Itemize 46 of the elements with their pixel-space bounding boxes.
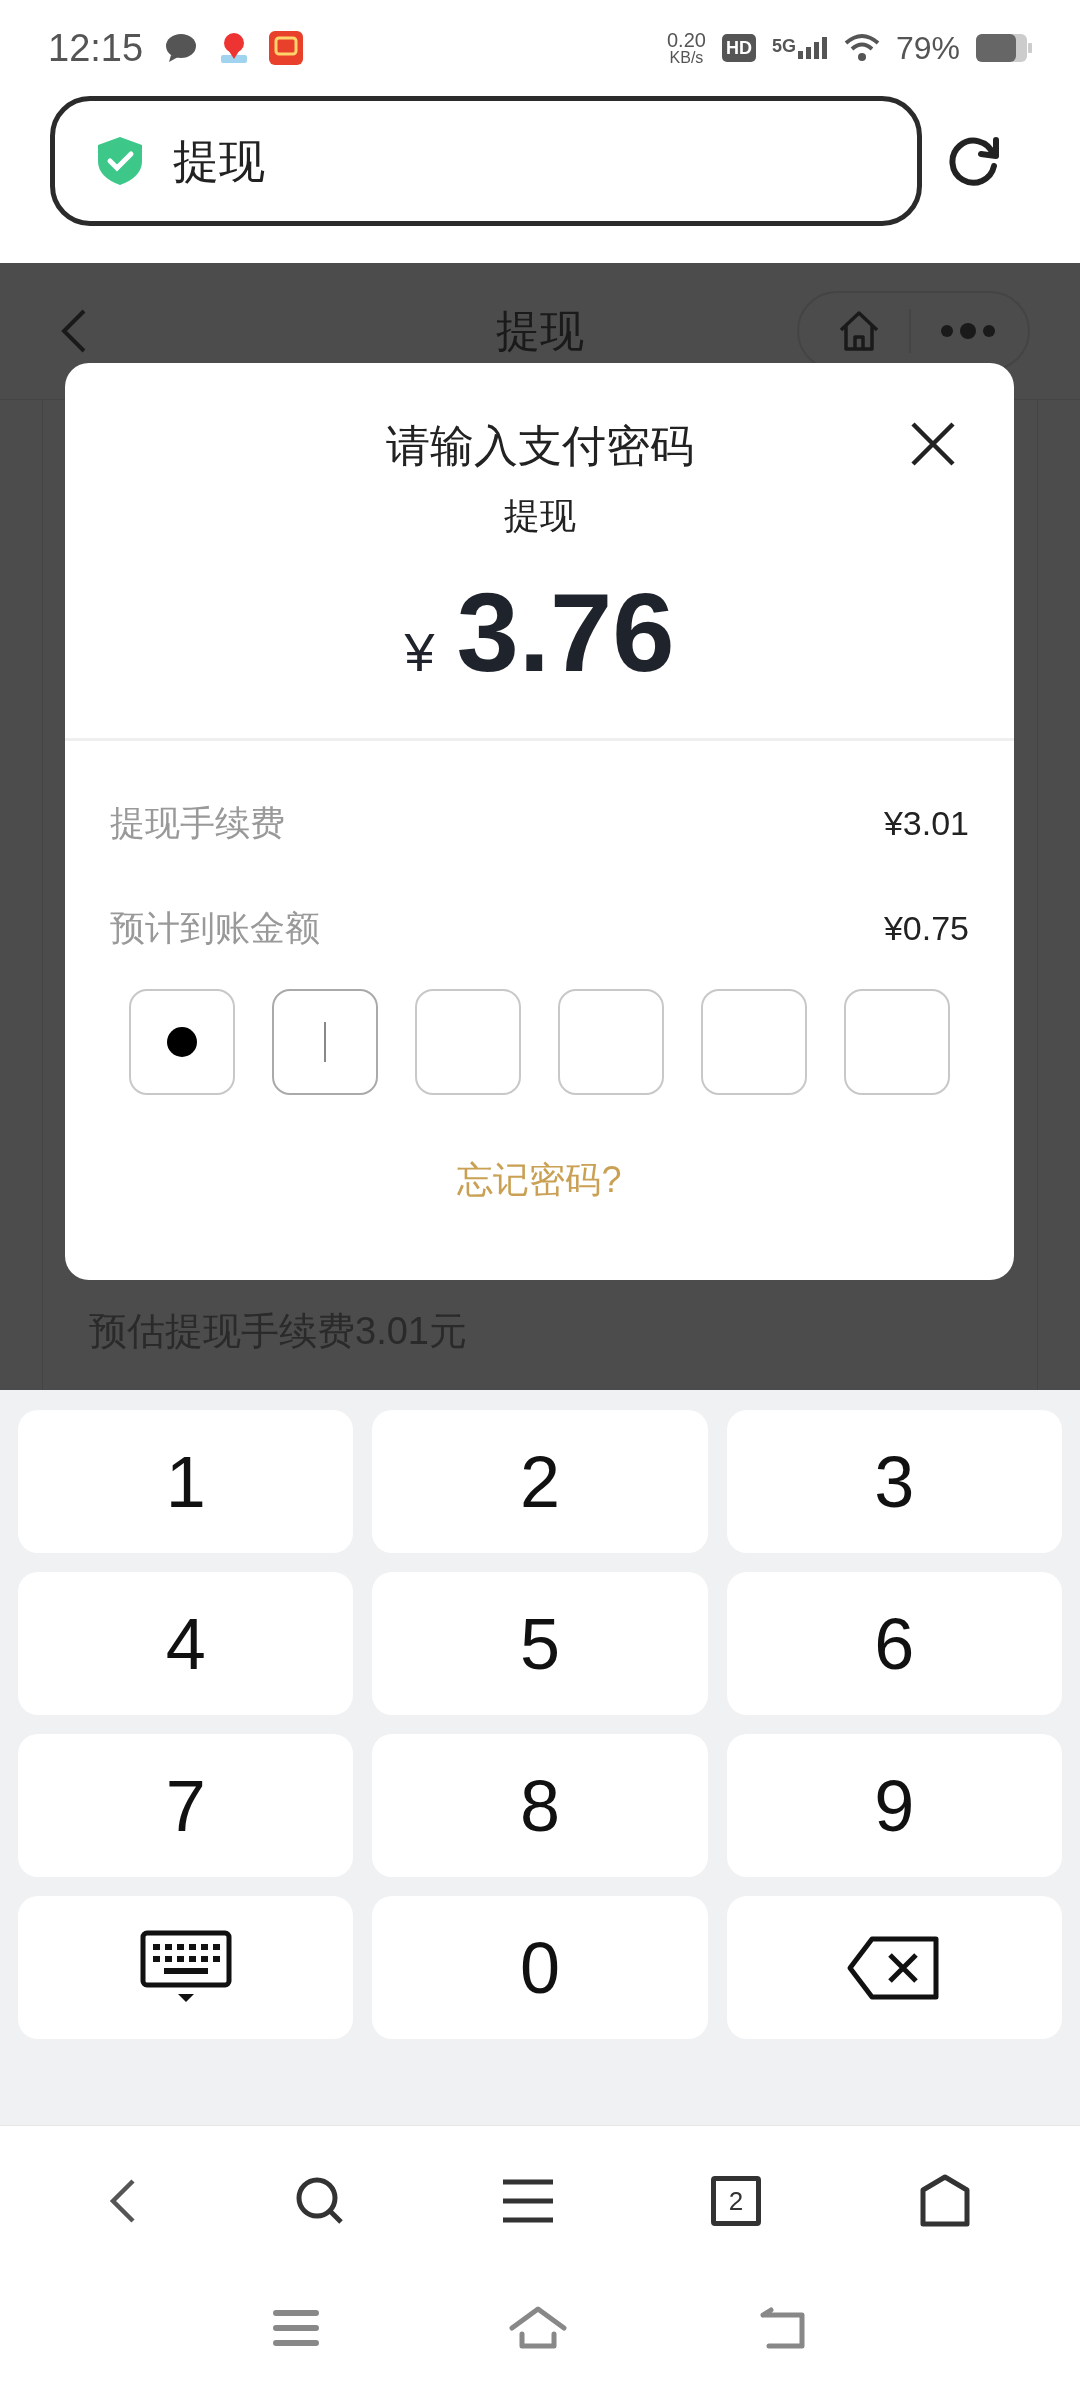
battery-icon xyxy=(976,34,1032,62)
network-speed: 0.20 xyxy=(667,30,706,50)
digit-key[interactable]: 9 xyxy=(726,1734,1062,1877)
network-speed-unit: KB/s xyxy=(669,50,704,66)
backspace-key[interactable] xyxy=(726,1896,1062,2039)
shield-check-icon xyxy=(95,135,145,187)
row-value: ¥3.01 xyxy=(883,803,969,844)
text-cursor xyxy=(324,1022,326,1062)
home-icon[interactable] xyxy=(919,2173,971,2228)
app-icon xyxy=(269,31,304,65)
signal-icon xyxy=(797,37,828,59)
currency-symbol: ¥ xyxy=(404,621,435,684)
row-label: 提现手续费 xyxy=(110,802,285,845)
digit-key[interactable]: 6 xyxy=(726,1572,1062,1715)
digit-key[interactable]: 8 xyxy=(372,1734,708,1877)
row-label: 预计到账金额 xyxy=(110,907,320,950)
amount: 3.76 xyxy=(456,569,675,697)
row-value: ¥0.75 xyxy=(883,908,969,949)
refresh-icon[interactable] xyxy=(947,134,1001,186)
digit-key[interactable]: 7 xyxy=(18,1734,354,1877)
digit-key[interactable]: 2 xyxy=(372,1410,708,1553)
chat-icon xyxy=(165,33,198,63)
battery-percent: 79% xyxy=(895,29,960,68)
address-bar[interactable]: 提现 xyxy=(50,96,922,226)
search-icon[interactable] xyxy=(295,2175,345,2226)
tabs-button[interactable]: 2 xyxy=(711,2175,761,2226)
pin-box[interactable] xyxy=(129,989,235,1095)
close-icon[interactable] xyxy=(910,421,956,467)
hd-badge: HD xyxy=(721,34,756,62)
dialog-subtitle: 提现 xyxy=(503,494,576,538)
wifi-icon xyxy=(843,33,880,63)
back-icon[interactable] xyxy=(109,2177,137,2224)
menu-icon[interactable] xyxy=(503,2177,553,2224)
digit-key[interactable]: 0 xyxy=(372,1896,708,2039)
page-title: 提现 xyxy=(173,133,265,189)
network-type: 5G xyxy=(771,37,796,55)
digit-key[interactable]: 3 xyxy=(726,1410,1062,1553)
digit-key[interactable]: 1 xyxy=(18,1410,354,1553)
map-pin-icon xyxy=(219,31,250,65)
digit-key[interactable]: 5 xyxy=(372,1572,708,1715)
return-icon[interactable] xyxy=(757,2305,807,2350)
digit-key[interactable]: 4 xyxy=(18,1572,354,1715)
dialog-title: 请输入支付密码 xyxy=(385,420,694,472)
more-icon[interactable] xyxy=(939,321,997,341)
clock: 12:15 xyxy=(48,25,144,71)
hide-keyboard-key[interactable] xyxy=(18,1896,354,2039)
